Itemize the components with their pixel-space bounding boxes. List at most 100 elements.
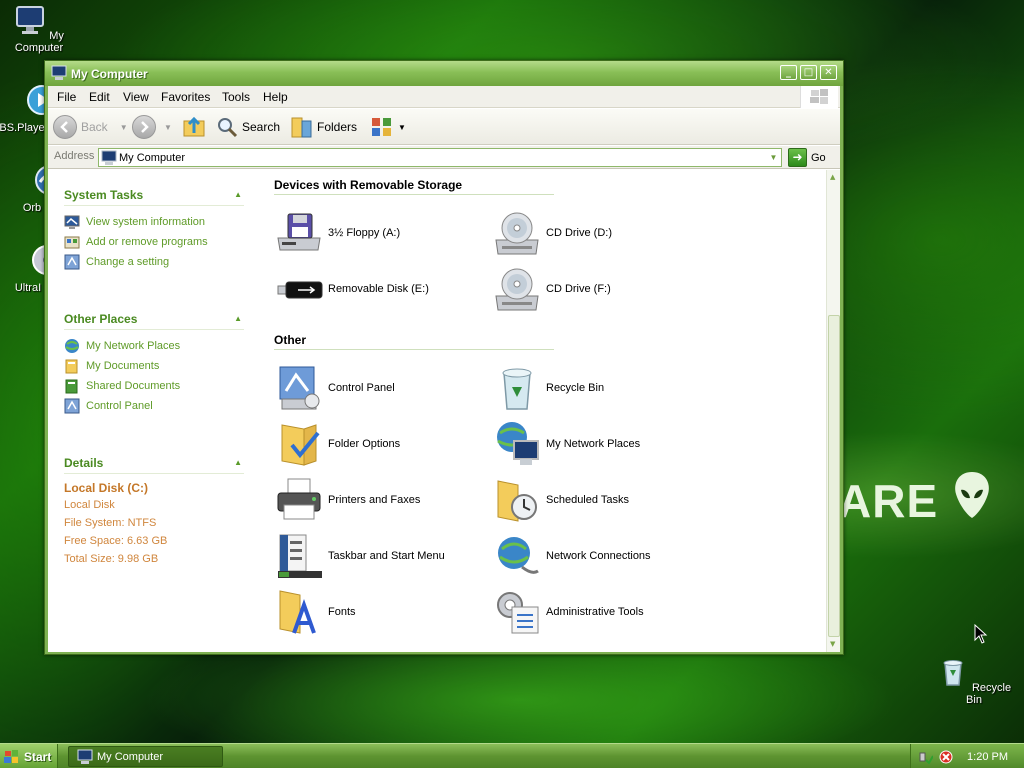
other-places-header[interactable]: Other Places ▲ [64,308,244,330]
network-status-icon[interactable] [919,750,933,764]
details-section: Details ▲ Local Disk (C:) Local Disk Fil… [64,452,244,568]
cd-drive-f-item[interactable]: CD Drive (F:) [492,264,611,314]
clock[interactable]: 1:20 PM [967,751,1008,763]
item-label: Printers and Faxes [328,494,421,506]
item-label: Control Panel [328,382,395,394]
maximize-button[interactable]: □ [800,65,817,80]
windows-logo [800,86,838,108]
link-text: Shared Documents [86,380,181,392]
chevron-down-icon[interactable]: ▼ [120,123,128,132]
forward-button[interactable]: ▼ [132,114,172,140]
item-label: Folder Options [328,438,401,450]
search-button[interactable]: Search [216,114,280,140]
recycle-bin-item[interactable]: Recycle Bin [492,363,604,413]
menu-view[interactable]: View [123,90,149,104]
security-alert-icon[interactable] [939,750,953,764]
section-title: Details [64,455,104,470]
system-tasks-header[interactable]: System Tasks ▲ [64,184,244,206]
item-label: Recycle Bin [546,382,605,394]
address-input[interactable]: My Computer ▼ [98,148,782,167]
control-panel-icon [64,398,80,414]
window-titlebar[interactable]: My Computer _ □ ✕ [45,61,843,86]
item-label: CD Drive (F:) [546,283,611,295]
item-label: 3½ Floppy (A:) [328,227,401,239]
item-label: Taskbar and Start Menu [328,550,445,562]
minimize-button[interactable]: _ [780,65,797,80]
menu-help[interactable]: Help [263,90,288,104]
network-places-icon [497,422,539,465]
search-icon [218,118,238,138]
menu-tools[interactable]: Tools [222,90,250,104]
view-system-info-link[interactable]: View system information [64,212,244,232]
details-header[interactable]: Details ▲ [64,452,244,474]
control-panel-item[interactable]: Control Panel [274,363,395,413]
up-folder-button[interactable] [182,114,206,140]
link-text: Change a setting [86,256,170,268]
menu-bar: File Edit View Favorites Tools Help [48,86,840,108]
desktop-icon-recycle-bin[interactable]: Recycle Bin [934,656,1014,706]
add-remove-programs-link[interactable]: Add or remove programs [64,232,244,252]
administrative-tools-item[interactable]: Administrative Tools [492,587,644,637]
wallpaper-brand-text: ARE [838,475,939,527]
taskbar-start-menu-item[interactable]: Taskbar and Start Menu [274,531,445,581]
change-setting-link[interactable]: Change a setting [64,252,244,272]
window-title: My Computer [71,67,148,81]
taskbar: Start My Computer 1:20 PM [0,743,1024,768]
fonts-item[interactable]: Fonts [274,587,356,637]
explorer-window: My Computer _ □ ✕ File Edit View Favorit… [44,60,844,655]
back-button[interactable]: Back ▼ [53,114,128,140]
desktop-icon-label: Recycle Bin [966,682,1012,706]
menu-favorites[interactable]: Favorites [161,90,210,104]
views-button[interactable]: ▼ [370,114,406,140]
floppy-drive-item[interactable]: 3½ Floppy (A:) [274,208,400,258]
close-button[interactable]: ✕ [820,65,837,80]
admin-tools-icon [497,592,539,634]
details-type: Local Disk [64,499,115,511]
start-button[interactable]: Start [0,744,58,768]
mouse-cursor-icon [974,624,988,644]
printers-faxes-item[interactable]: Printers and Faxes [274,475,420,525]
chevron-down-icon[interactable]: ▼ [164,123,172,132]
up-folder-icon [183,116,205,137]
desktop-icon-label: BS.Playe [0,122,45,134]
folder-options-item[interactable]: Folder Options [274,419,400,469]
shared-documents-link[interactable]: Shared Documents [64,376,244,396]
item-label: Network Connections [546,550,651,562]
window-client: File Edit View Favorites Tools Help Back… [48,86,840,652]
floppy-drive-icon [277,213,321,251]
details-free-space: Free Space: 6.63 GB [64,535,168,547]
taskbar-button-my-computer[interactable]: My Computer [68,746,223,767]
chevron-down-icon[interactable]: ▼ [767,150,780,165]
removable-disk-item[interactable]: Removable Disk (E:) [274,264,429,314]
collapse-icon[interactable]: ▲ [234,190,242,199]
details-name: Local Disk (C:) [64,481,149,495]
scrollbar-thumb[interactable] [828,315,840,637]
vertical-scrollbar[interactable]: ▲ ▼ [826,170,840,652]
go-button[interactable]: ➜ Go [788,148,826,167]
scroll-down-icon[interactable]: ▼ [830,640,835,648]
my-documents-link[interactable]: My Documents [64,356,244,376]
scheduled-tasks-item[interactable]: Scheduled Tasks [492,475,629,525]
folders-icon [291,117,312,138]
my-network-places-item[interactable]: My Network Places [492,419,640,469]
group-header-other: Other [274,333,554,350]
cd-drive-d-item[interactable]: CD Drive (D:) [492,208,612,258]
collapse-icon[interactable]: ▲ [234,458,242,467]
folders-button[interactable]: Folders [291,114,357,140]
task-pane: System Tasks ▲ View system information A… [48,170,258,652]
control-panel-link[interactable]: Control Panel [64,396,244,416]
collapse-icon[interactable]: ▲ [234,314,242,323]
desktop-icon-my-computer[interactable]: My Computer [0,4,79,54]
menu-edit[interactable]: Edit [89,90,110,104]
network-connections-item[interactable]: Network Connections [492,531,651,581]
scroll-up-icon[interactable]: ▲ [830,173,835,181]
my-network-places-link[interactable]: My Network Places [64,336,244,356]
menu-file[interactable]: File [57,90,76,104]
item-label: My Network Places [546,438,641,450]
details-file-system: File System: NTFS [64,517,157,529]
standard-toolbar: Back ▼ ▼ Search Folders ▼ [48,109,840,145]
cd-drive-icon [495,268,539,311]
recycle-bin-icon [502,368,532,410]
search-label: Search [242,120,281,134]
folder-options-icon [281,424,320,466]
